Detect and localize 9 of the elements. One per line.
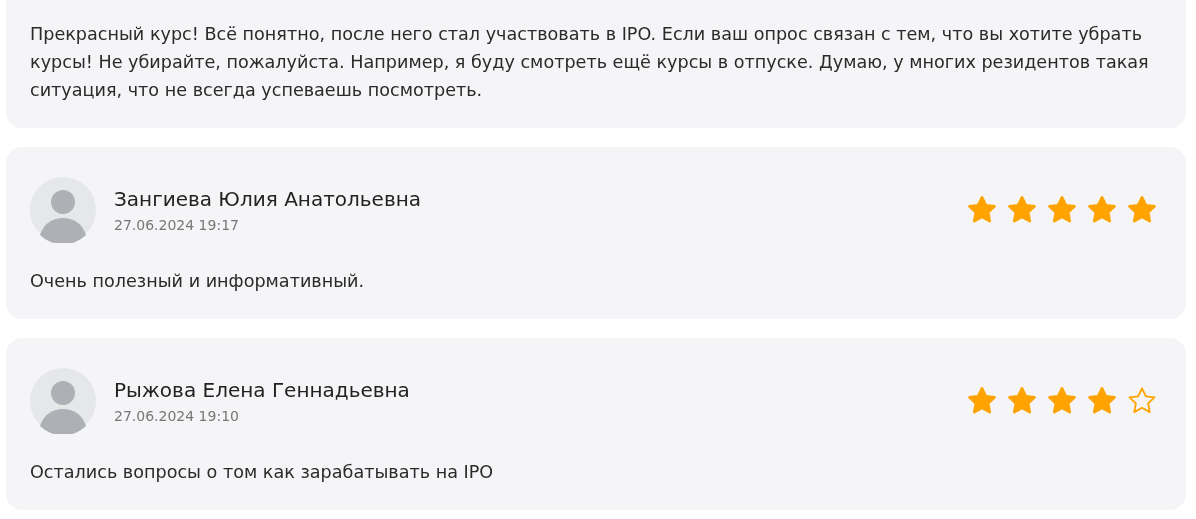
author-name: Рыжова Елена Геннадьевна — [114, 378, 411, 402]
review-text: Прекрасный курс! Всё понятно, после него стал участвовать в IPO. Если ваш опрос связан с тем, что вы хотите убрать курсы! Не убирайте, пожалуйста. Например, я буду смотреть ещё курсы в отпуске. Думаю, у многих резидентов такая ситуация, что не всегда успеваешь посмотреть. — [30, 23, 1150, 102]
author-name: Зангиева Юлия Анатольевна — [114, 187, 423, 211]
avatar-icon — [30, 368, 96, 434]
review-text: Остались вопросы о том как зарабатывать на IPO — [30, 461, 495, 484]
avatar-icon — [30, 177, 96, 243]
review-text: Очень полезный и информативный. — [30, 270, 366, 293]
review-date: 27.06.2024 19:10 — [114, 408, 240, 424]
review-date: 27.06.2024 19:17 — [114, 217, 240, 233]
